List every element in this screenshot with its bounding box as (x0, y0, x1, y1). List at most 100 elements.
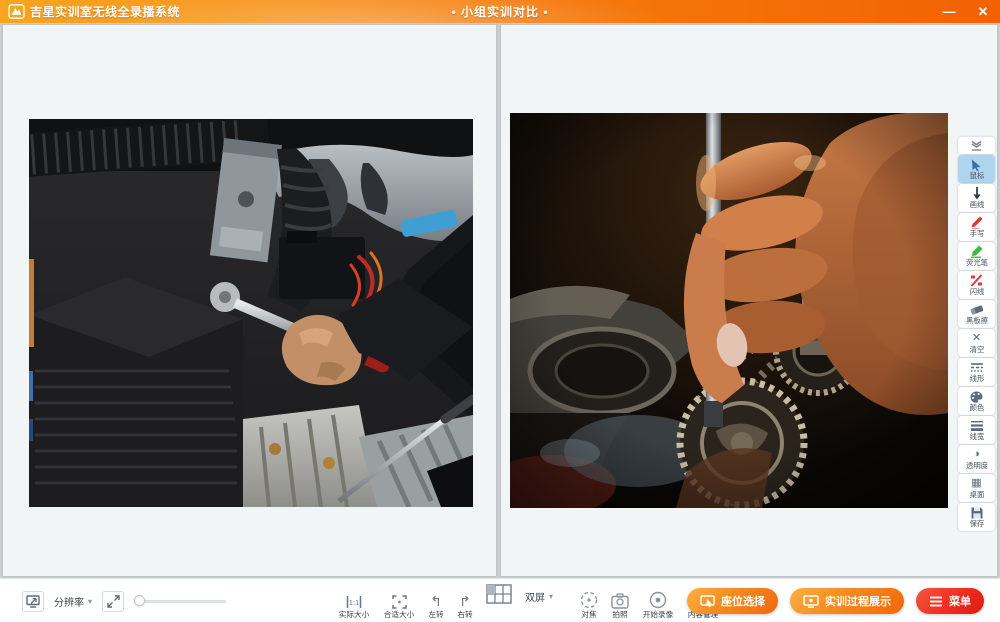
button-label: 开始录像 (643, 611, 673, 619)
tool-opacity[interactable]: ◑ 透明度 (958, 445, 995, 473)
sidebar-collapse-button[interactable] (958, 137, 995, 154)
tool-label: 鼠标 (969, 172, 984, 179)
close-button[interactable]: ✕ (966, 0, 1000, 23)
minimize-button[interactable]: — (932, 0, 966, 23)
tool-color[interactable]: 颜色 (958, 387, 995, 415)
app-window: 吉星实训室无线全录播系统 • 小组实训对比 • — ✕ (0, 0, 1000, 622)
tool-flash-line[interactable]: 闪线 (958, 271, 995, 299)
rotate-right-button[interactable]: ↱ 右转 (457, 591, 473, 619)
tool-label: 线宽 (969, 433, 984, 440)
screen-share-button[interactable] (22, 591, 44, 612)
layout-grid-button[interactable] (486, 584, 512, 609)
record-icon (649, 591, 667, 609)
one-to-one-icon: 1:1 (346, 591, 362, 609)
screen-share-icon (26, 595, 40, 608)
button-label: 合适大小 (384, 611, 414, 619)
button-label: 实训过程展示 (825, 593, 891, 609)
main-area: 鼠标 画线 手写 荧光笔 (0, 23, 1000, 578)
expand-arrows-icon (107, 595, 120, 608)
line-style-icon (970, 361, 984, 374)
start-record-button[interactable]: 开始录像 (642, 591, 674, 619)
button-label: 座位选择 (721, 593, 765, 609)
line-width-icon (970, 419, 984, 432)
tool-label: 清空 (969, 346, 984, 353)
engine-bay-ratchet-repair-photo (29, 119, 473, 507)
save-disk-icon (971, 506, 983, 519)
layout-grid-icon (486, 584, 512, 604)
tool-label: 闪线 (969, 288, 984, 295)
tool-clear[interactable]: ✕ 清空 (958, 329, 995, 357)
gearbox-screwdriver-repair-photo (510, 113, 948, 508)
rotate-right-icon: ↱ (459, 591, 471, 609)
button-label: 左转 (428, 611, 443, 619)
focus-button[interactable]: 对焦 (580, 591, 598, 619)
chevron-down-icon: ▾ (549, 592, 553, 601)
app-title: 吉星实训室无线全录播系统 (30, 3, 180, 20)
tool-label: 桌面 (969, 491, 984, 498)
fit-size-button[interactable]: 合适大小 (383, 591, 415, 619)
tool-label: 画线 (969, 201, 984, 208)
bottom-toolbar: 分辨率 ▾ 1:1 实际大小 (0, 578, 1000, 622)
focus-icon (580, 591, 598, 609)
compare-panel-right (500, 24, 998, 577)
tool-label: 颜色 (969, 404, 984, 411)
desktop-grid-icon: ▦ (971, 477, 981, 490)
fit-screen-icon (392, 591, 407, 609)
chevron-down-icon: ▾ (88, 597, 92, 606)
tool-handwriting[interactable]: 手写 (958, 213, 995, 241)
slider-handle[interactable] (134, 595, 145, 606)
clear-x-icon: ✕ (972, 332, 981, 345)
highlighter-marker-icon (970, 245, 983, 258)
tool-label: 线形 (969, 375, 984, 382)
chevron-collapse-icon (971, 141, 982, 151)
fullscreen-button[interactable] (102, 591, 124, 612)
color-palette-icon (970, 390, 983, 403)
snapshot-button[interactable]: 拍照 (611, 591, 629, 619)
tool-line-width[interactable]: 线宽 (958, 416, 995, 444)
resolution-label: 分辨率 (54, 594, 84, 609)
zoom-slider[interactable] (134, 594, 226, 608)
tool-label: 荧光笔 (965, 259, 987, 266)
seat-select-button[interactable]: 座位选择 (687, 588, 778, 614)
button-label: 菜单 (949, 593, 971, 609)
draw-line-icon (972, 187, 982, 200)
button-label: 实际大小 (339, 611, 369, 619)
slider-track (134, 600, 226, 603)
tool-draw-line[interactable]: 画线 (958, 184, 995, 212)
tool-label: 黑板擦 (965, 317, 987, 324)
tool-label: 手写 (969, 230, 984, 237)
resolution-dropdown[interactable]: 分辨率 ▾ (54, 594, 92, 609)
tool-mouse[interactable]: 鼠标 (958, 155, 995, 183)
tool-label: 保存 (969, 520, 984, 527)
seat-select-icon (700, 595, 715, 608)
svg-text:1:1: 1:1 (349, 598, 359, 607)
button-label: 拍照 (612, 611, 627, 619)
handwriting-pen-icon (970, 216, 983, 229)
camera-icon (611, 591, 629, 609)
mouse-cursor-icon (971, 158, 982, 171)
title-bar: 吉星实训室无线全录播系统 • 小组实训对比 • — ✕ (0, 0, 1000, 23)
rotate-left-icon: ↰ (430, 591, 442, 609)
layout-label: 双屏 (525, 589, 545, 604)
page-title: • 小组实训对比 • (451, 3, 548, 20)
process-show-button[interactable]: 实训过程展示 (790, 588, 904, 614)
tool-line-style[interactable]: 线形 (958, 358, 995, 386)
tool-label: 透明度 (965, 462, 987, 469)
rotate-left-button[interactable]: ↰ 左转 (428, 591, 444, 619)
button-label: 右转 (457, 611, 472, 619)
tool-highlighter[interactable]: 荧光笔 (958, 242, 995, 270)
tool-desktop[interactable]: ▦ 桌面 (958, 474, 995, 502)
button-label: 对焦 (581, 611, 596, 619)
menu-button[interactable]: 菜单 (916, 588, 984, 614)
hamburger-menu-icon (929, 596, 943, 607)
tool-eraser[interactable]: 黑板擦 (958, 300, 995, 328)
app-logo-icon (8, 4, 25, 19)
tool-save[interactable]: 保存 (958, 503, 995, 531)
dashed-flash-line-icon (970, 274, 983, 287)
blackboard-eraser-icon (970, 303, 984, 316)
screen-layout-dropdown[interactable]: 双屏 ▾ (525, 589, 553, 604)
actual-size-button[interactable]: 1:1 实际大小 (338, 591, 370, 619)
annotation-toolbar: 鼠标 画线 手写 荧光笔 (958, 137, 995, 531)
monitor-present-icon (803, 595, 819, 608)
opacity-icon: ◑ (973, 448, 980, 461)
